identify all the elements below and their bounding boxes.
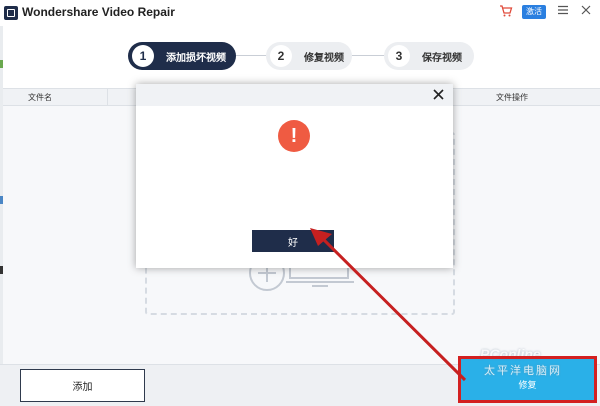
alert-dialog: ! 好 (136, 84, 453, 268)
step-2: 2 修复视频 (266, 42, 352, 70)
cart-icon[interactable] (499, 4, 513, 18)
step-label: 保存视频 (422, 52, 462, 64)
warning-icon: ! (278, 120, 310, 152)
repair-button[interactable]: 修复 (461, 359, 594, 401)
step-1: 1 添加损坏视频 (128, 42, 236, 70)
register-button[interactable]: 激活 (522, 5, 546, 19)
app-title: Wondershare Video Repair (22, 5, 175, 19)
step-3: 3 保存视频 (384, 42, 474, 70)
app-logo-icon (4, 6, 18, 20)
step-label: 修复视频 (304, 52, 344, 64)
column-header-file-operations[interactable]: 文件操作 (496, 92, 528, 103)
step-label: 添加损坏视频 (166, 52, 226, 64)
step-number: 2 (270, 45, 292, 67)
title-bar: Wondershare Video Repair 激活 (0, 0, 600, 26)
close-icon[interactable] (580, 4, 592, 16)
add-button[interactable]: 添加 (20, 369, 145, 402)
step-connector (236, 55, 266, 56)
ok-button[interactable]: 好 (252, 230, 334, 252)
menu-icon[interactable] (557, 4, 569, 16)
step-connector (352, 55, 384, 56)
step-number: 1 (132, 45, 154, 67)
dialog-close-icon[interactable] (433, 89, 444, 100)
dialog-header (136, 84, 453, 106)
column-header-filename[interactable]: 文件名 (28, 92, 52, 103)
step-indicator: 1 添加损坏视频 2 修复视频 3 保存视频 (0, 42, 600, 72)
step-number: 3 (388, 45, 410, 67)
column-divider (107, 89, 108, 105)
